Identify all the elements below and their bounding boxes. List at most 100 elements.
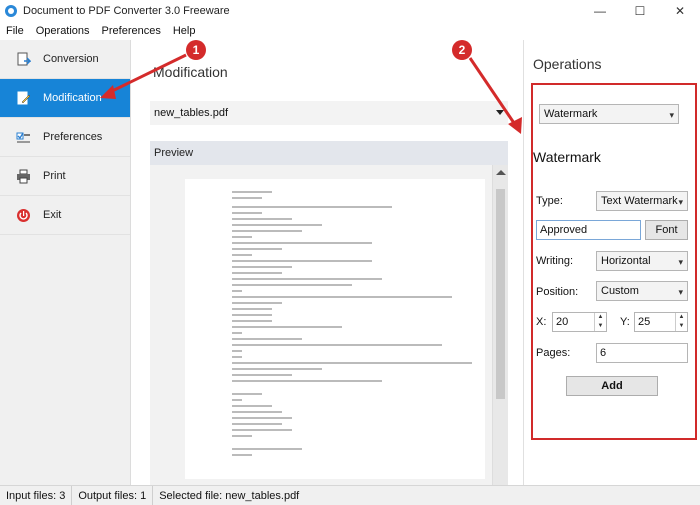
doc-line xyxy=(232,197,262,199)
file-dropdown[interactable]: new_tables.pdf xyxy=(150,101,508,125)
doc-line xyxy=(232,290,242,292)
font-button[interactable]: Font xyxy=(645,220,688,240)
maximize-button[interactable]: ☐ xyxy=(620,0,660,22)
watermark-section-title: Watermark xyxy=(533,149,601,165)
doc-line xyxy=(232,344,442,346)
checkbox-icon xyxy=(16,130,31,145)
doc-line xyxy=(232,435,252,437)
sidebar-item-label: Conversion xyxy=(43,53,99,65)
callout-2: 2 xyxy=(452,40,472,60)
main-panel: Modification new_tables.pdf Preview xyxy=(131,40,523,485)
file-dropdown-value: new_tables.pdf xyxy=(154,107,228,119)
doc-line xyxy=(232,399,242,401)
doc-line xyxy=(232,350,242,352)
stepper-arrows-icon[interactable]: ▲ ▼ xyxy=(675,313,687,331)
writing-dropdown[interactable]: Horizontal ▾ xyxy=(596,251,688,271)
printer-icon xyxy=(16,169,31,184)
doc-line xyxy=(232,338,302,340)
chevron-down-icon: ▾ xyxy=(669,110,674,120)
doc-line xyxy=(232,218,292,220)
y-label: Y: xyxy=(620,316,630,328)
sidebar-item-print[interactable]: Print xyxy=(0,157,130,196)
close-button[interactable]: ✕ xyxy=(660,0,700,22)
doc-line xyxy=(232,314,272,316)
type-label: Type: xyxy=(536,195,563,207)
doc-line xyxy=(232,326,342,328)
stepper-arrows-icon[interactable]: ▲ ▼ xyxy=(594,313,606,331)
doc-line xyxy=(232,380,382,382)
title-bar: Document to PDF Converter 3.0 Freeware —… xyxy=(0,0,700,22)
app-logo-icon xyxy=(5,5,17,17)
status-output-files: Output files: 1 xyxy=(72,485,154,505)
status-bar: Input files: 3 Output files: 1 Selected … xyxy=(0,485,700,505)
doc-line xyxy=(232,393,262,395)
sidebar-item-exit[interactable]: Exit xyxy=(0,196,130,235)
doc-line xyxy=(232,417,292,419)
position-label: Position: xyxy=(536,286,579,298)
doc-line xyxy=(232,254,252,256)
watermark-text-input[interactable]: Approved xyxy=(536,220,641,240)
sidebar-item-conversion[interactable]: Conversion xyxy=(0,40,130,79)
type-dropdown[interactable]: Text Watermark ▾ xyxy=(596,191,688,211)
doc-line xyxy=(232,230,302,232)
operations-panel: Operations Watermark ▾ Watermark Type: T… xyxy=(523,40,700,485)
doc-line xyxy=(232,206,392,208)
preview-header: Preview xyxy=(150,141,508,165)
doc-line xyxy=(232,248,282,250)
chevron-down-icon: ▾ xyxy=(678,287,683,297)
doc-line xyxy=(232,454,252,456)
doc-line xyxy=(232,320,272,322)
scroll-thumb[interactable] xyxy=(496,189,505,399)
pages-input[interactable]: 6 xyxy=(596,343,688,363)
position-dropdown[interactable]: Custom ▾ xyxy=(596,281,688,301)
doc-line xyxy=(232,260,372,262)
y-stepper[interactable]: 25 ▲ ▼ xyxy=(634,312,688,332)
preview-scrollbar[interactable] xyxy=(492,165,508,485)
doc-line xyxy=(232,212,262,214)
menu-bar: File Operations Preferences Help xyxy=(0,22,700,40)
minimize-button[interactable]: — xyxy=(580,0,620,22)
menu-file[interactable]: File xyxy=(0,25,30,37)
chevron-down-icon: ▾ xyxy=(678,197,683,207)
scroll-up-icon[interactable] xyxy=(496,170,506,175)
window-controls: — ☐ ✕ xyxy=(580,0,700,22)
doc-line xyxy=(232,272,282,274)
x-value: 20 xyxy=(556,316,569,328)
pages-label: Pages: xyxy=(536,347,571,359)
callout-1: 1 xyxy=(186,40,206,60)
doc-line xyxy=(232,236,252,238)
doc-line xyxy=(232,332,242,334)
doc-line xyxy=(232,429,292,431)
add-button[interactable]: Add xyxy=(566,376,658,396)
writing-dropdown-value: Horizontal xyxy=(601,255,651,267)
doc-line xyxy=(232,242,372,244)
status-input-files: Input files: 3 xyxy=(0,485,73,505)
operation-dropdown[interactable]: Watermark ▾ xyxy=(539,104,679,124)
conversion-icon xyxy=(16,52,31,67)
chevron-down-icon: ▾ xyxy=(678,257,683,267)
chevron-down-icon xyxy=(496,110,504,115)
status-selected-file: Selected file: new_tables.pdf xyxy=(159,489,300,502)
y-value: 25 xyxy=(638,316,651,328)
doc-line xyxy=(232,308,272,310)
doc-line xyxy=(232,278,382,280)
doc-line xyxy=(232,368,322,370)
preview-area[interactable] xyxy=(150,165,508,485)
sidebar-item-label: Modification xyxy=(43,92,102,104)
sidebar-item-modification[interactable]: Modification xyxy=(0,79,130,118)
x-label: X: xyxy=(536,316,547,328)
sidebar: Conversion Modification Preferences Prin… xyxy=(0,40,131,485)
operations-title: Operations xyxy=(533,56,602,72)
sidebar-item-label: Print xyxy=(43,170,66,182)
doc-line xyxy=(232,448,302,450)
x-stepper[interactable]: 20 ▲ ▼ xyxy=(552,312,607,332)
sidebar-item-preferences[interactable]: Preferences xyxy=(0,118,130,157)
menu-help[interactable]: Help xyxy=(167,25,202,37)
writing-label: Writing: xyxy=(536,255,574,267)
window-title: Document to PDF Converter 3.0 Freeware xyxy=(23,5,230,17)
operation-dropdown-value: Watermark xyxy=(544,108,598,120)
position-dropdown-value: Custom xyxy=(601,285,639,297)
menu-operations[interactable]: Operations xyxy=(30,25,96,37)
doc-line xyxy=(232,362,472,364)
menu-preferences[interactable]: Preferences xyxy=(96,25,167,37)
